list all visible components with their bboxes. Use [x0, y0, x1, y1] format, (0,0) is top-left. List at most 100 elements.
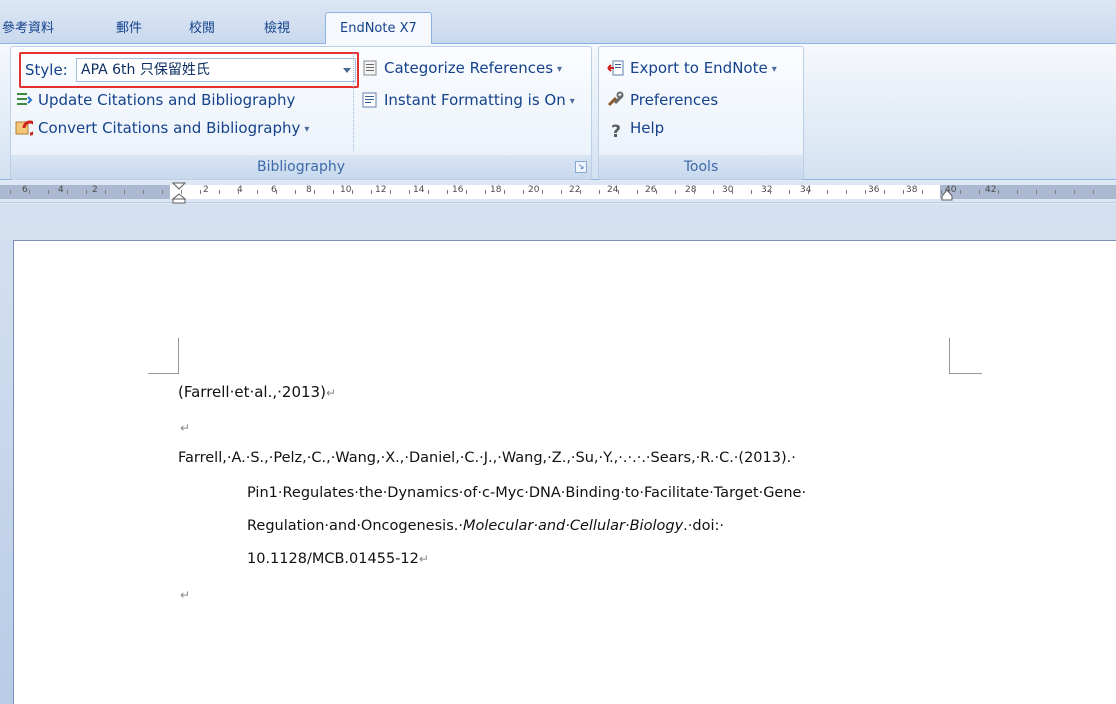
export-icon — [607, 59, 625, 77]
ruler-tick — [713, 190, 714, 194]
ruler-tick — [903, 190, 904, 194]
update-citations-icon — [15, 91, 33, 109]
ruler-tick — [884, 190, 885, 194]
ruler-tick — [485, 190, 486, 194]
ruler-tick — [789, 190, 790, 194]
ruler-tick — [276, 190, 277, 194]
preferences-icon — [607, 91, 625, 109]
ruler-tick — [466, 190, 467, 194]
preferences-button[interactable]: Preferences — [607, 87, 718, 113]
tab-mailings[interactable]: 郵件 — [116, 14, 142, 44]
indent-marker-icon[interactable] — [172, 182, 186, 204]
ruler-label: 26 — [645, 185, 657, 195]
reference-line-1[interactable]: Farrell,·A.·S.,·Pelz,·C.,·Wang,·X.,·Dani… — [178, 450, 796, 466]
ruler-tick — [846, 190, 847, 194]
ruler-tick — [257, 190, 258, 194]
style-dropdown-value: APA 6th 只保留姓氏 — [81, 62, 210, 78]
chevron-down-icon: ▾ — [569, 96, 575, 107]
paragraph-mark: ↵ — [418, 552, 429, 566]
ruler-label: 38 — [906, 185, 918, 195]
crop-mark-left — [178, 338, 179, 374]
ruler-tick — [732, 190, 733, 194]
update-citations-button[interactable]: Update Citations and Bibliography — [15, 87, 295, 113]
convert-citations-button[interactable]: Convert Citations and Bibliography ▾ — [15, 115, 309, 141]
tab-references[interactable]: 參考資料 — [2, 14, 54, 44]
convert-citations-icon — [15, 119, 38, 137]
ruler-label: 10 — [340, 185, 352, 195]
help-icon: ? — [611, 122, 621, 142]
ruler-tick — [143, 190, 144, 194]
reference-doi: 10.1128/MCB.01455-12 — [247, 551, 419, 567]
ruler-tick — [1055, 190, 1056, 194]
ruler-tick — [48, 190, 49, 194]
empty-paragraph-end: ↵ — [180, 585, 190, 603]
ruler-tick — [1093, 190, 1094, 194]
ruler-tick — [314, 190, 315, 194]
ruler-tick — [675, 190, 676, 194]
chevron-down-icon: ▾ — [304, 124, 310, 135]
ruler-tick — [371, 190, 372, 194]
reference-doi-label: .·doi:· — [683, 518, 724, 534]
dialog-launcher-icon[interactable]: ↘ — [575, 161, 587, 173]
reference-line-4[interactable]: 10.1128/MCB.01455-12↵ — [247, 551, 429, 567]
in-text-citation[interactable]: (Farrell·et·al.,·2013)↵ — [178, 383, 336, 401]
right-indent-marker-icon[interactable] — [941, 189, 953, 201]
categorize-references-icon — [361, 59, 379, 77]
ribbon-tab-bar: 參考資料 郵件 校閱 檢視 EndNote X7 — [0, 0, 1116, 45]
categorize-references-button[interactable]: Categorize References ▾ — [361, 55, 562, 81]
ruler-tick — [523, 190, 524, 194]
preferences-label: Preferences — [630, 91, 719, 109]
style-selector-highlight: Style: APA 6th 只保留姓氏 — [19, 52, 359, 88]
ruler-tick — [1074, 190, 1075, 194]
instant-formatting-button[interactable]: Instant Formatting is On ▾ — [361, 87, 575, 113]
export-to-endnote-button[interactable]: Export to EndNote ▾ — [607, 55, 777, 81]
ruler-tick — [67, 190, 68, 194]
style-label: Style: — [25, 61, 68, 79]
ruler-label: 4 — [58, 185, 64, 195]
ruler-tick — [238, 190, 239, 194]
horizontal-ruler[interactable]: 6 4 2 2 4 6 8 10 12 14 16 18 20 22 24 26 28 30 32 34 36 38 40 4… — [0, 181, 1116, 204]
ruler-tick — [998, 190, 999, 194]
ruler-tick — [694, 190, 695, 194]
paragraph-mark: ↵ — [180, 588, 191, 602]
ruler-tick — [428, 190, 429, 194]
ruler-margin-right — [940, 185, 1116, 199]
ruler-tick — [86, 190, 87, 194]
categorize-references-label: Categorize References — [384, 59, 554, 77]
ruler-tick — [29, 190, 30, 194]
reference-line-2[interactable]: Pin1·Regulates·the·Dynamics·of·c-Myc·DNA… — [247, 485, 806, 501]
ruler-tick — [504, 190, 505, 194]
tab-review[interactable]: 校閱 — [189, 14, 215, 44]
ruler-tick — [922, 190, 923, 194]
ruler-tick — [105, 190, 106, 194]
help-button[interactable]: ? Help — [607, 115, 665, 142]
help-label: Help — [630, 119, 665, 137]
empty-paragraph: ↵ — [180, 418, 190, 436]
tab-endnote-x7[interactable]: EndNote X7 — [325, 12, 432, 45]
ruler-tick — [124, 190, 125, 194]
ruler-tick — [200, 190, 201, 194]
ruler-tick — [751, 190, 752, 194]
instant-formatting-icon — [361, 91, 379, 109]
style-dropdown[interactable]: APA 6th 只保留姓氏 — [76, 58, 356, 82]
reference-authors: Farrell,·A.·S.,·Pelz,·C.,·Wang,·X.,·Dani… — [178, 450, 796, 466]
ruler-label: 24 — [607, 185, 619, 195]
ruler-tick — [618, 190, 619, 194]
crop-mark-left-h — [148, 373, 179, 374]
ruler-tick — [295, 190, 296, 194]
ruler-label: 16 — [452, 185, 464, 195]
ruler-tick — [542, 190, 543, 194]
reference-line-3[interactable]: Regulation·and·Oncogenesis.·Molecular·an… — [247, 518, 724, 534]
ruler-tick — [333, 190, 334, 194]
ruler-tick — [447, 190, 448, 194]
ruler-label: 34 — [800, 185, 812, 195]
ruler-label: 2 — [203, 185, 209, 195]
ruler-label: 18 — [490, 185, 502, 195]
ruler-tick — [827, 190, 828, 194]
bibliography-group-label: Bibliography — [11, 155, 591, 179]
ruler-tick — [960, 190, 961, 194]
update-citations-label: Update Citations and Bibliography — [38, 91, 296, 109]
document-page[interactable] — [13, 240, 1116, 704]
ruler-tick — [1017, 190, 1018, 194]
tab-view[interactable]: 檢視 — [264, 14, 290, 44]
